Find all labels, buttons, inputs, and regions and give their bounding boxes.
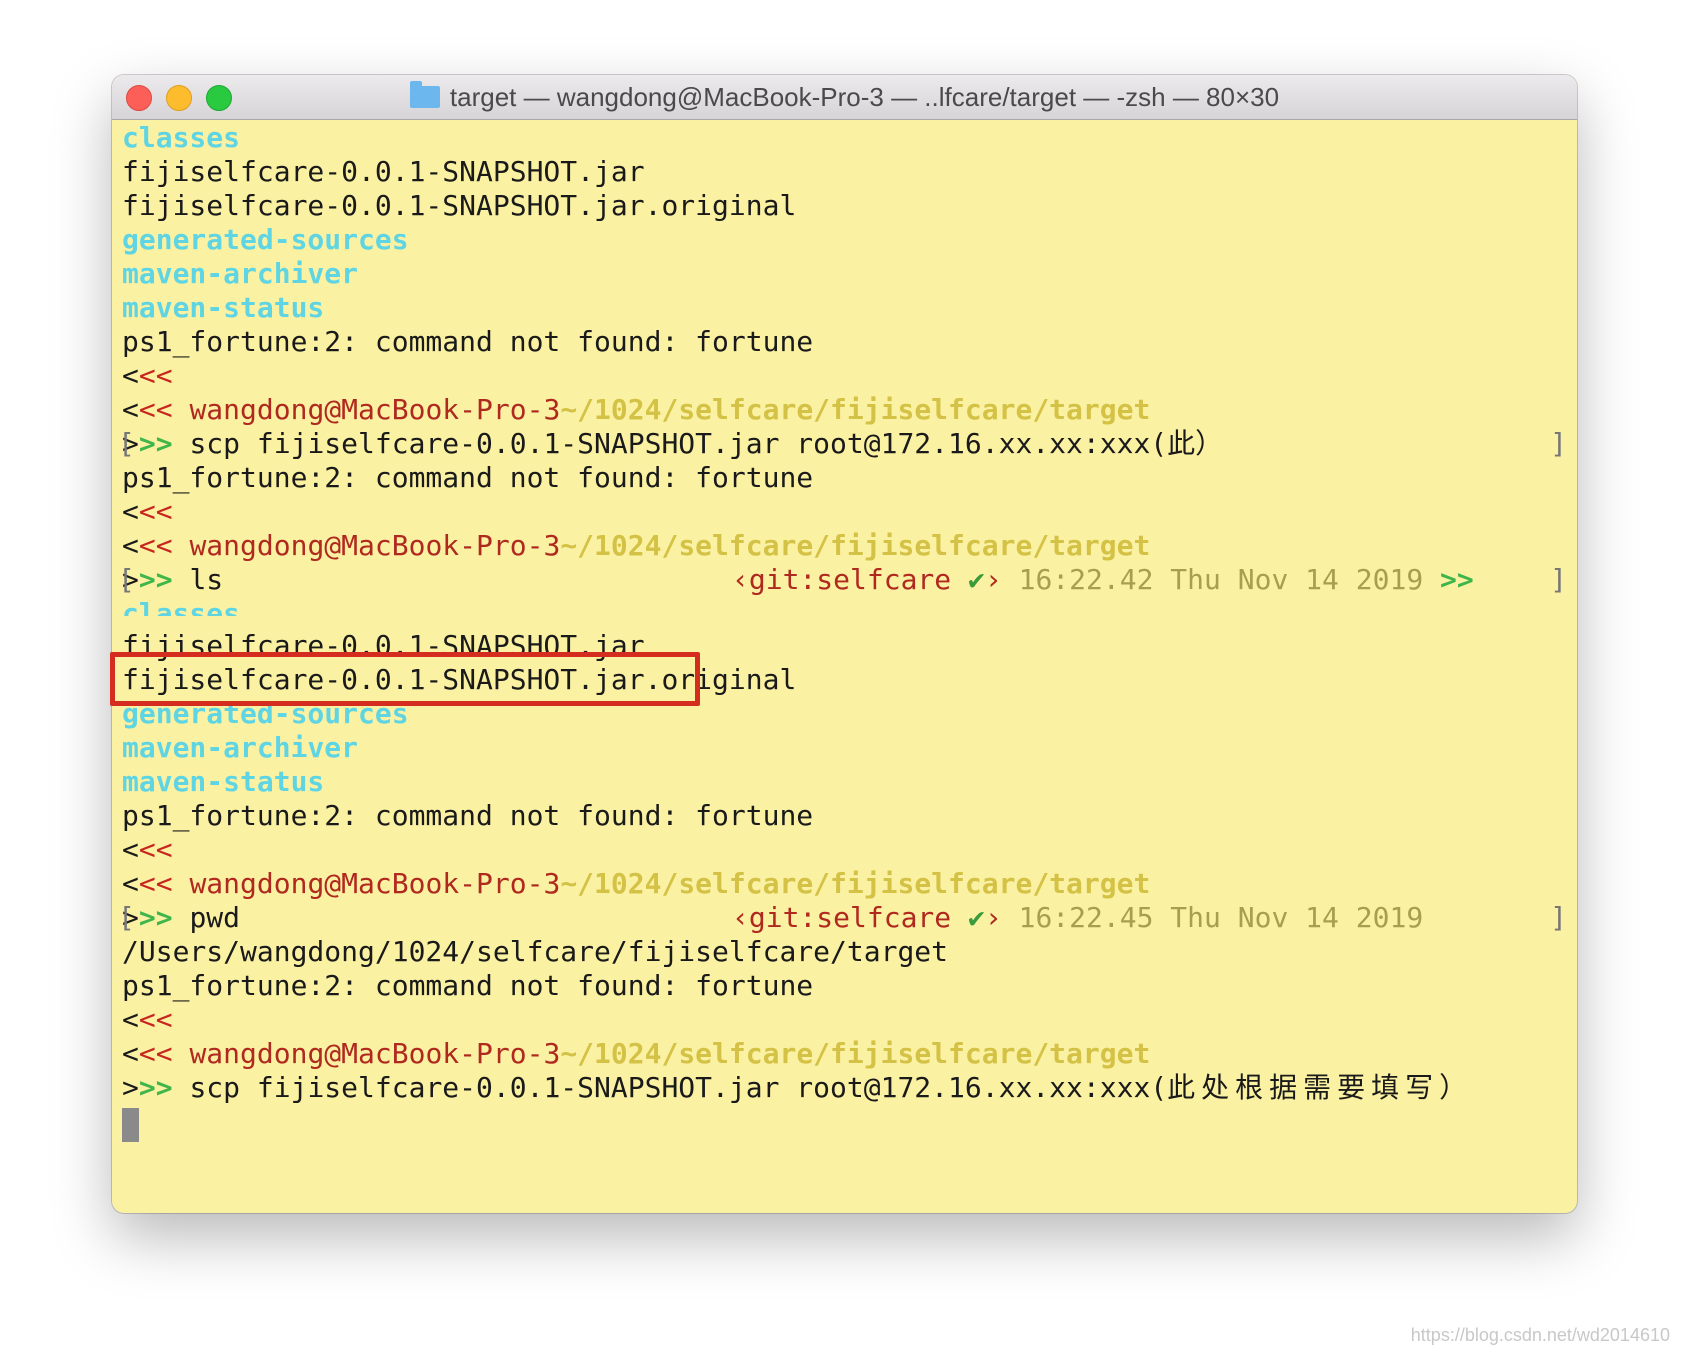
watermark: https://blog.csdn.net/wd2014610 (1410, 1325, 1670, 1345)
prompt-header: <<< wangdong@MacBook-Pro-3~/1024/selfcar… (122, 529, 1151, 562)
dir-entry: maven-archiver (122, 731, 359, 764)
command-line: [>>> scp fijiselfcare-0.0.1-SNAPSHOT.jar… (118, 427, 1567, 460)
fortune-error: ps1_fortune:2: command not found: fortun… (122, 969, 814, 1002)
window-title-area: target — wangdong@MacBook-Pro-3 — ..lfca… (112, 75, 1577, 119)
command-line-current[interactable]: >>> scp fijiselfcare-0.0.1-SNAPSHOT.jar … (122, 1070, 1567, 1106)
dir-entry: maven-status (122, 291, 325, 324)
folder-icon (409, 81, 440, 108)
prompt-header: <<< wangdong@MacBook-Pro-3~/1024/selfcar… (122, 393, 1151, 426)
fortune-error: ps1_fortune:2: command not found: fortun… (122, 461, 814, 494)
prompt-marker: <<< (122, 833, 173, 866)
window-title: target — wangdong@MacBook-Pro-3 — ..lfca… (449, 81, 1280, 112)
prompt-marker: <<< (122, 1003, 173, 1036)
fortune-error: ps1_fortune:2: command not found: fortun… (122, 799, 814, 832)
text-cursor (122, 1108, 139, 1142)
dir-entry: maven-archiver (122, 257, 359, 290)
title-bar[interactable]: target — wangdong@MacBook-Pro-3 — ..lfca… (112, 75, 1577, 120)
command-line: [>>> ls ‹git:selfcare ✔› 16:22.42 Thu Nov… (118, 563, 1567, 596)
dir-entry: maven-status (122, 765, 325, 798)
prompt-header: <<< wangdong@MacBook-Pro-3~/1024/selfcar… (122, 867, 1151, 900)
file-entry: fijiselfcare-0.0.1-SNAPSHOT.jar (122, 155, 645, 188)
terminal-window: target — wangdong@MacBook-Pro-3 — ..lfca… (112, 75, 1577, 1213)
command-line: [>>> pwd ‹git:selfcare ✔› 16:22.45 Thu No… (118, 901, 1567, 934)
dir-entry: classes (122, 121, 241, 154)
highlight-box (110, 652, 700, 706)
prompt-marker: <<< (122, 359, 173, 392)
dir-entry: classes (122, 597, 241, 616)
prompt-header: <<< wangdong@MacBook-Pro-3~/1024/selfcar… (122, 1037, 1151, 1070)
dir-entry: generated-sources (122, 223, 409, 256)
prompt-marker: <<< (122, 495, 173, 528)
file-entry: fijiselfcare-0.0.1-SNAPSHOT.jar.original (122, 189, 797, 222)
fortune-error: ps1_fortune:2: command not found: fortun… (122, 325, 814, 358)
pwd-output: /Users/wangdong/1024/selfcare/fijiselfca… (122, 935, 949, 968)
